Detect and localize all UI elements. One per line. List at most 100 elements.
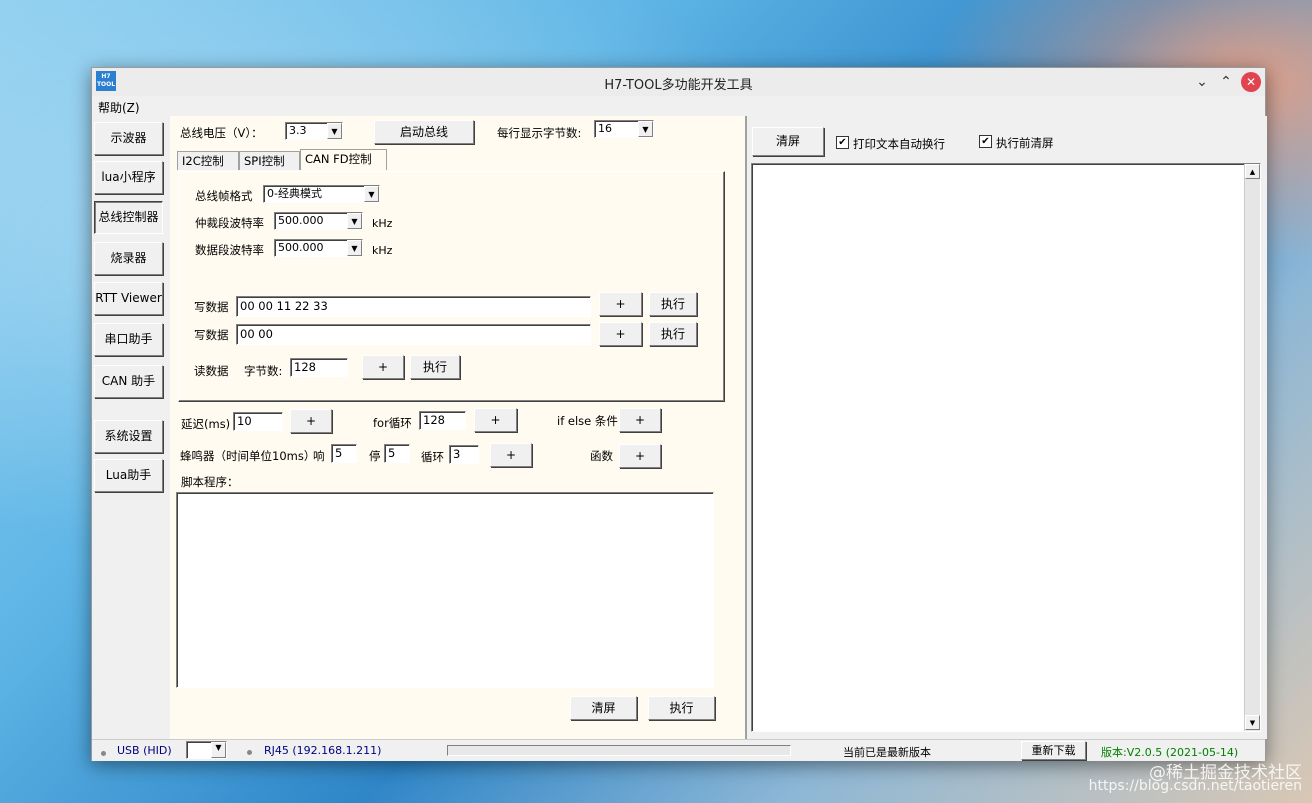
usb-device-select[interactable]: ▼ [186, 741, 227, 759]
delay-input[interactable]: 10 [233, 412, 283, 431]
nav-oscilloscope[interactable]: 示波器 [94, 122, 163, 155]
clear-before-checkbox[interactable]: ✔ [979, 135, 992, 148]
script-clear-button[interactable]: 清屏 [570, 696, 637, 720]
data-rate-label: 数据段波特率 [195, 243, 264, 257]
chevron-down-icon: ▼ [347, 213, 362, 229]
chevron-down-icon: ▼ [638, 121, 653, 137]
func-label: 函数 [590, 449, 613, 463]
frame-format-value: 0-经典模式 [267, 187, 322, 200]
beep-label: 蜂鸣器（时间单位10ms） [180, 449, 316, 463]
nav-programmer[interactable]: 烧录器 [94, 242, 163, 275]
scroll-down-icon[interactable]: ▼ [1245, 715, 1260, 730]
update-status: 当前已是最新版本 [843, 746, 931, 759]
bytes-per-line-label: 每行显示字节数: [497, 126, 582, 140]
progress-bar [447, 745, 791, 756]
beep-loop-input[interactable]: 3 [449, 445, 479, 464]
nav-bus-controller[interactable]: 总线控制器 [94, 201, 163, 234]
read-exec-button[interactable]: 执行 [410, 355, 460, 379]
output-textarea[interactable]: ▲ ▼ [751, 163, 1261, 732]
wrap-label: 打印文本自动换行 [853, 137, 945, 151]
wrap-checkbox[interactable]: ✔ [836, 136, 849, 149]
bytes-per-line-value: 16 [598, 122, 612, 135]
canfd-pane: 总线帧格式 0-经典模式 ▼ 仲裁段波特率 500.000 ▼ kHz 数据段波… [178, 171, 725, 402]
write1-exec-button[interactable]: 执行 [649, 292, 697, 316]
tab-strip: I2C控制器 SPI控制器 CAN FD控制器 [177, 149, 727, 187]
write2-input[interactable]: 00 00 [236, 324, 591, 345]
voltage-select[interactable]: 3.3 ▼ [285, 122, 343, 140]
arb-rate-unit: kHz [372, 217, 393, 230]
for-loop-input[interactable]: 128 [419, 411, 466, 430]
window-title: H7-TOOL多功能开发工具 [604, 78, 753, 93]
read-label: 读数据 [194, 364, 229, 378]
write2-label: 写数据 [194, 328, 229, 342]
bytes-count-input[interactable]: 128 [290, 358, 348, 377]
beep-off-input[interactable]: 5 [384, 444, 410, 463]
nav-lua-app[interactable]: lua小程序 [94, 161, 163, 194]
arb-rate-select[interactable]: 500.000 ▼ [274, 212, 363, 230]
beep-on-input[interactable]: 5 [331, 444, 357, 463]
write1-label: 写数据 [194, 300, 229, 314]
output-scrollbar[interactable]: ▲ ▼ [1244, 164, 1260, 731]
arb-rate-label: 仲裁段波特率 [195, 216, 264, 230]
scroll-up-icon[interactable]: ▲ [1245, 164, 1260, 179]
delay-add-button[interactable]: + [290, 409, 332, 433]
chevron-down-icon: ▼ [327, 123, 342, 139]
bus-controller-panel: 总线电压（V）： 3.3 ▼ 启动总线 每行显示字节数: 16 ▼ I2C控制器… [170, 116, 745, 739]
status-bar: USB (HID) ▼ RJ45 (192.168.1.211) 当前已是最新版… [92, 739, 1265, 761]
voltage-label: 总线电压（V）： [180, 126, 263, 140]
watermark-line2: https://blog.csdn.net/taotieren [1088, 778, 1302, 794]
write1-input[interactable]: 00 00 11 22 33 [236, 296, 591, 317]
output-panel: 清屏 ✔ 打印文本自动换行 ✔ 执行前清屏 ▲ ▼ [745, 116, 1267, 739]
ifelse-add-button[interactable]: + [619, 408, 661, 432]
data-rate-value: 500.000 [278, 241, 324, 254]
read-add-button[interactable]: + [362, 355, 404, 379]
for-loop-label: for循环 [373, 416, 412, 430]
script-exec-button[interactable]: 执行 [648, 696, 715, 720]
frame-format-label: 总线帧格式 [195, 189, 253, 203]
beep-off-label: 停 [369, 449, 381, 463]
nav-can[interactable]: CAN 助手 [94, 365, 163, 398]
beep-add-button[interactable]: + [490, 443, 532, 467]
chevron-down-icon: ▼ [211, 742, 226, 758]
usb-status: USB (HID) [117, 744, 172, 757]
close-icon[interactable]: ✕ [1241, 72, 1261, 92]
tab-i2c[interactable]: I2C控制器 [177, 151, 239, 187]
redownload-button[interactable]: 重新下载 [1021, 741, 1086, 760]
clear-before-label: 执行前清屏 [996, 136, 1054, 150]
left-nav: 示波器 lua小程序 总线控制器 烧录器 RTT Viewer 串口助手 CAN… [92, 116, 170, 739]
beep-on-label: 响 [313, 449, 325, 463]
script-textarea[interactable] [176, 492, 714, 688]
rj45-status-dot-icon [247, 750, 252, 755]
bytes-per-line-select[interactable]: 16 ▼ [594, 120, 654, 138]
nav-rtt-viewer[interactable]: RTT Viewer [94, 282, 163, 315]
delay-label: 延迟(ms) [181, 417, 231, 431]
nav-settings[interactable]: 系统设置 [94, 420, 163, 453]
write2-exec-button[interactable]: 执行 [649, 322, 697, 346]
rj45-status: RJ45 (192.168.1.211) [264, 744, 382, 757]
nav-lua-helper[interactable]: Lua助手 [94, 459, 163, 492]
chevron-down-icon[interactable]: ⌄ [1192, 72, 1212, 92]
voltage-value: 3.3 [289, 124, 307, 137]
bytes-count-label: 字节数: [244, 364, 283, 378]
output-clear-button[interactable]: 清屏 [752, 127, 824, 156]
app-window: H7 TOOL H7-TOOL多功能开发工具 ⌄ ⌃ ✕ 帮助(Z) 示波器 lu… [91, 67, 1267, 761]
data-rate-select[interactable]: 500.000 ▼ [274, 239, 363, 257]
tab-spi[interactable]: SPI控制器 [239, 151, 300, 187]
ifelse-label: if else 条件 [557, 414, 618, 428]
arb-rate-value: 500.000 [278, 214, 324, 227]
menu-bar: 帮助(Z) [92, 96, 1265, 116]
frame-format-select[interactable]: 0-经典模式 ▼ [263, 185, 380, 203]
chevron-down-icon: ▼ [347, 240, 362, 256]
func-add-button[interactable]: + [619, 444, 661, 468]
write2-add-button[interactable]: + [599, 322, 642, 346]
nav-serial[interactable]: 串口助手 [94, 323, 163, 356]
tab-canfd[interactable]: CAN FD控制器 [300, 149, 387, 185]
start-bus-button[interactable]: 启动总线 [374, 120, 474, 144]
chevron-up-icon[interactable]: ⌃ [1216, 72, 1236, 92]
menu-help[interactable]: 帮助(Z) [98, 99, 140, 116]
title-bar: H7 TOOL H7-TOOL多功能开发工具 ⌄ ⌃ ✕ [92, 68, 1265, 97]
chevron-down-icon: ▼ [364, 186, 379, 202]
write1-add-button[interactable]: + [599, 292, 642, 316]
usb-status-dot-icon [101, 751, 106, 756]
for-loop-add-button[interactable]: + [474, 408, 517, 432]
